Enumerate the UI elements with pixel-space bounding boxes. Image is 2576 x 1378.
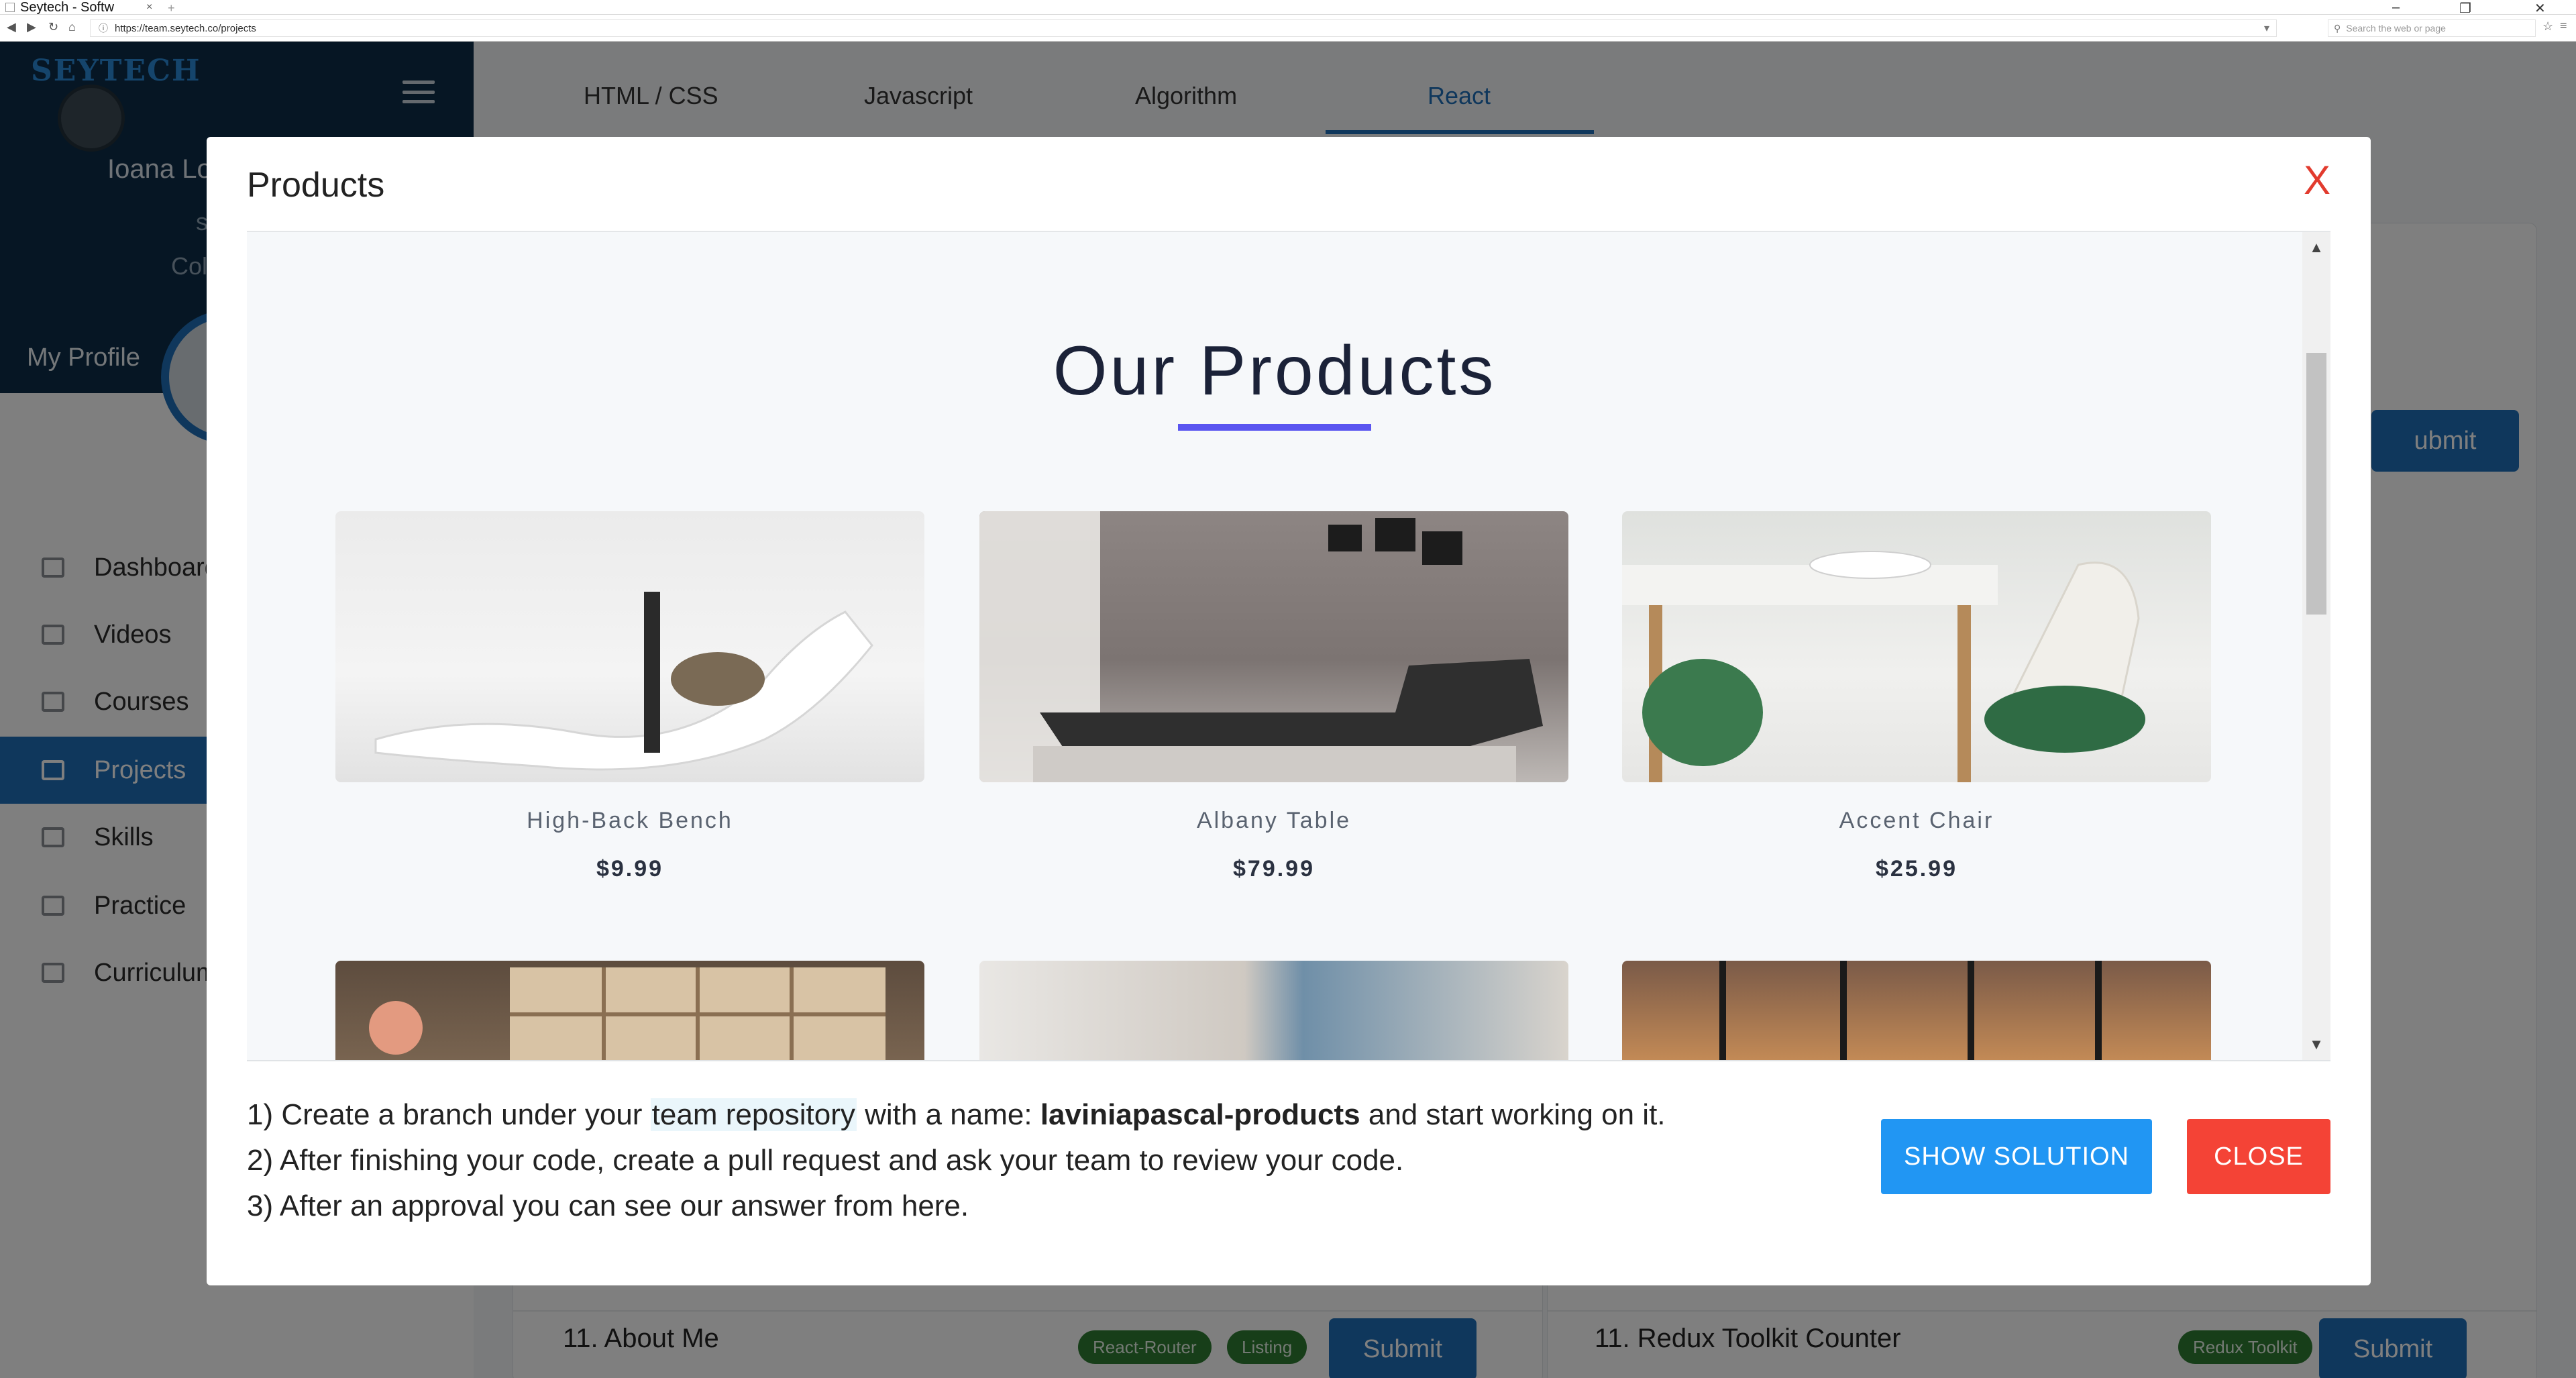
products-heading: Our Products: [1053, 332, 1497, 410]
product-image: [335, 961, 924, 1060]
heading-underline: [1178, 424, 1371, 431]
instruction-text: and start working on it.: [1360, 1098, 1666, 1131]
minimize-icon[interactable]: –: [2392, 0, 2400, 15]
page-favicon-icon: [5, 3, 15, 12]
product-name: High-Back Bench: [527, 808, 733, 833]
scroll-down-icon[interactable]: ▼: [2302, 1036, 2330, 1053]
scrollbar-thumb[interactable]: [2306, 353, 2326, 615]
web-search-field[interactable]: ⚲ Search the web or page: [2328, 19, 2536, 37]
address-dropdown-icon[interactable]: ▾: [2264, 21, 2269, 35]
solution-preview-frame[interactable]: Our Products High-Back Bench $9.99 Alban…: [247, 232, 2330, 1061]
product-image: [335, 511, 924, 782]
branch-name: laviniapascal-products: [1040, 1098, 1360, 1131]
product-image: [979, 511, 1568, 782]
product-image: [1622, 961, 2211, 1060]
new-tab-icon[interactable]: +: [168, 1, 175, 15]
products-modal: Products X Our Products High-Back Bench …: [207, 137, 2371, 1285]
browser-tab-title: Seytech - Softw: [20, 0, 115, 15]
address-bar[interactable]: ⓘ https://team.seytech.co/projects ▾: [90, 19, 2277, 37]
product-image: [979, 961, 1568, 1060]
browser-tab-bar: Seytech - Softw × + – ❐ ✕: [0, 0, 2576, 16]
instructions: 1) Create a branch under your team repos…: [247, 1092, 1857, 1229]
browser-tab[interactable]: Seytech - Softw ×: [0, 0, 168, 15]
back-icon[interactable]: ◀: [7, 20, 16, 34]
team-repository-link[interactable]: team repository: [650, 1098, 857, 1131]
instruction-text: 1) Create a branch under your: [247, 1098, 651, 1131]
web-search-placeholder: Search the web or page: [2346, 23, 2446, 34]
product-name: Accent Chair: [1839, 808, 1994, 833]
scroll-up-icon[interactable]: ▲: [2302, 239, 2330, 256]
instruction-text: with a name:: [856, 1098, 1040, 1131]
site-info-icon[interactable]: ⓘ: [99, 21, 108, 35]
instruction-step-1: 1) Create a branch under your team repos…: [247, 1092, 1857, 1138]
product-price: $79.99: [1233, 856, 1315, 882]
close-tab-icon[interactable]: ×: [146, 1, 152, 13]
browser-menu-icon[interactable]: ≡: [2560, 19, 2567, 33]
show-solution-button[interactable]: SHOW SOLUTION: [1881, 1119, 2152, 1194]
instruction-step-2: 2) After finishing your code, create a p…: [247, 1144, 1404, 1177]
modal-title: Products: [247, 166, 385, 205]
address-url: https://team.seytech.co/projects: [115, 22, 256, 34]
product-image: [1622, 511, 2211, 782]
close-button[interactable]: CLOSE: [2187, 1119, 2330, 1194]
preview-scrollbar[interactable]: ▲ ▼: [2302, 232, 2330, 1060]
instruction-step-3: 3) After an approval you can see our ans…: [247, 1189, 969, 1222]
forward-icon[interactable]: ▶: [27, 20, 36, 34]
close-icon[interactable]: X: [2304, 157, 2330, 203]
product-name: Albany Table: [1196, 808, 1352, 833]
browser-toolbar: ◀ ▶ ↻ ⌂ ⓘ https://team.seytech.co/projec…: [0, 15, 2576, 42]
product-price: $25.99: [1876, 856, 1957, 882]
product-price: $9.99: [596, 856, 664, 882]
search-icon: ⚲: [2334, 22, 2341, 34]
reload-icon[interactable]: ↻: [48, 20, 58, 34]
bookmark-star-icon[interactable]: ☆: [2542, 19, 2553, 34]
home-icon[interactable]: ⌂: [68, 20, 76, 34]
